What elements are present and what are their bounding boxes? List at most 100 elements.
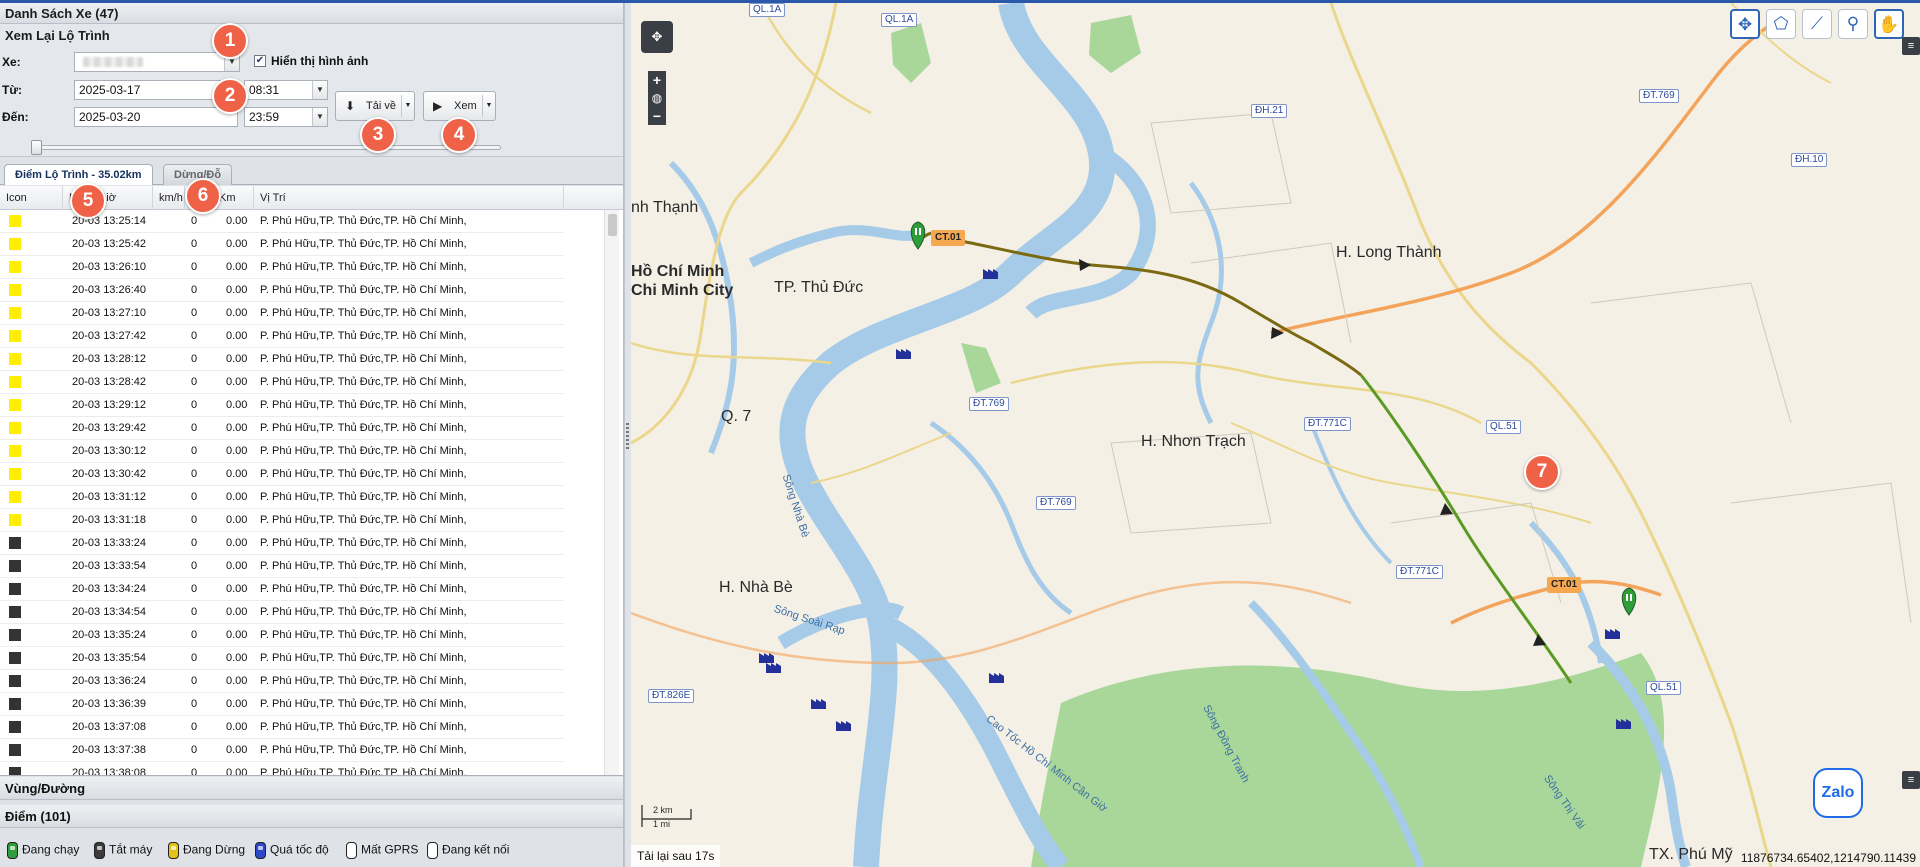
zoom-in-button[interactable]: + <box>648 71 666 89</box>
globe-icon[interactable]: ◍ <box>648 89 666 107</box>
scale-mi: 1 mi <box>653 819 671 829</box>
table-row[interactable]: 20-03 13:35:24 0 0.00 P. Phú Hữu,TP. Thủ Đứ… <box>0 624 564 647</box>
table-row[interactable]: 20-03 13:27:42 0 0.00 P. Phú Hữu,TP. Thủ Đứ… <box>0 325 564 348</box>
road-shield: QL.51 <box>1486 420 1522 434</box>
column-header-location[interactable]: Vị Trí <box>254 186 564 210</box>
table-row[interactable]: 20-03 13:25:42 0 0.00 P. Phú Hữu,TP. Thủ Đứ… <box>0 233 564 256</box>
table-row[interactable]: 20-03 13:27:10 0 0.00 P. Phú Hữu,TP. Thủ Đứ… <box>0 302 564 325</box>
line-tool-icon[interactable]: ⟋ <box>1802 9 1832 39</box>
points-panel-header[interactable]: Điểm (101) <box>0 805 623 828</box>
table-row[interactable]: 20-03 13:28:42 0 0.00 P. Phú Hữu,TP. Thủ Đứ… <box>0 371 564 394</box>
table-row[interactable]: 20-03 13:34:24 0 0.00 P. Phú Hữu,TP. Thủ Đứ… <box>0 578 564 601</box>
layers-icon[interactable]: ≡ <box>1902 771 1920 789</box>
status-swatch-icon <box>9 307 21 319</box>
layers-icon[interactable]: ≡ <box>1902 37 1920 55</box>
pan-tool-icon[interactable]: ✥ <box>1730 9 1760 39</box>
cell-datetime: 20-03 13:35:24 <box>72 629 147 641</box>
road-shield: ĐT.771C <box>1304 417 1351 431</box>
cell-location: P. Phú Hữu,TP. Thủ Đức,TP. Hồ Chí Minh, <box>260 514 467 526</box>
splitter-grip[interactable] <box>626 423 629 451</box>
status-swatch-icon <box>9 215 21 227</box>
table-row[interactable]: 20-03 13:37:08 0 0.00 P. Phú Hữu,TP. Thủ Đứ… <box>0 716 564 739</box>
zones-panel-header[interactable]: Vùng/Đường <box>0 777 623 800</box>
table-row[interactable]: 20-03 13:33:54 0 0.00 P. Phú Hữu,TP. Thủ Đứ… <box>0 555 564 578</box>
cell-km: 0.00 <box>226 537 248 549</box>
cell-datetime: 20-03 13:38:08 <box>72 767 147 776</box>
status-swatch-icon <box>9 284 21 296</box>
status-swatch-icon <box>9 537 21 549</box>
map-view[interactable]: nh Thạnh Hồ Chí Minh Chi Minh City TP. T… <box>631 3 1920 867</box>
car-running-icon <box>7 842 18 859</box>
cell-km: 0.00 <box>226 629 248 641</box>
annotation-badge-7: 7 <box>1524 454 1560 490</box>
road-shield: ĐH.10 <box>1791 153 1828 167</box>
table-scrollbar[interactable] <box>604 210 619 775</box>
table-row[interactable]: 20-03 13:30:42 0 0.00 P. Phú Hữu,TP. Thủ Đứ… <box>0 463 564 486</box>
table-row[interactable]: 20-03 13:26:10 0 0.00 P. Phú Hữu,TP. Thủ Đứ… <box>0 256 564 279</box>
chevron-down-icon[interactable]: ▼ <box>312 81 327 99</box>
legend-overspeed: Quá tốc độ <box>255 842 329 859</box>
status-swatch-icon <box>9 675 21 687</box>
scrollbar-thumb[interactable] <box>608 214 617 236</box>
legend-label: Đang kết nối <box>442 842 510 857</box>
to-time-input[interactable]: 23:59 ▼ <box>244 107 328 127</box>
cell-location: P. Phú Hữu,TP. Thủ Đức,TP. Hồ Chí Minh, <box>260 376 467 388</box>
playback-slider[interactable] <box>33 145 501 150</box>
cell-location: P. Phú Hữu,TP. Thủ Đức,TP. Hồ Chí Minh, <box>260 468 467 480</box>
show-images-checkbox[interactable]: ✔ <box>254 55 266 67</box>
table-row[interactable]: 20-03 13:37:38 0 0.00 P. Phú Hữu,TP. Thủ Đứ… <box>0 739 564 762</box>
table-row[interactable]: 20-03 13:34:54 0 0.00 P. Phú Hữu,TP. Thủ Đứ… <box>0 601 564 624</box>
cell-km: 0.00 <box>226 330 248 342</box>
to-date-input[interactable]: 2025-03-20 <box>74 107 238 127</box>
from-time-input[interactable]: 08:31 ▼ <box>244 80 328 100</box>
column-header-speed[interactable]: km/h <box>153 186 185 210</box>
legend-connecting: Đang kết nối <box>427 842 509 859</box>
cell-km: 0.00 <box>226 721 248 733</box>
table-row[interactable]: 20-03 13:35:54 0 0.00 P. Phú Hữu,TP. Thủ Đứ… <box>0 647 564 670</box>
view-label: Xem <box>454 100 477 112</box>
route-review-form: Xem Lại Lộ Trình Xe: ▼ ✔ Hiển thị hình ả… <box>0 24 623 157</box>
play-icon: ▶ <box>433 99 443 113</box>
pan-control-icon[interactable]: ✥ <box>641 21 673 53</box>
chevron-down-icon[interactable]: ▼ <box>312 108 327 126</box>
table-row[interactable]: 20-03 13:29:42 0 0.00 P. Phú Hữu,TP. Thủ Đứ… <box>0 417 564 440</box>
table-row[interactable]: 20-03 13:28:12 0 0.00 P. Phú Hữu,TP. Thủ Đứ… <box>0 348 564 371</box>
playback-slider-handle[interactable] <box>31 140 42 155</box>
table-row[interactable]: 20-03 13:38:08 0 0.00 P. Phú Hữu,TP. Thủ Đứ… <box>0 762 564 776</box>
table-row[interactable]: 20-03 13:26:40 0 0.00 P. Phú Hữu,TP. Thủ Đứ… <box>0 279 564 302</box>
table-row[interactable]: 20-03 13:31:12 0 0.00 P. Phú Hữu,TP. Thủ Đứ… <box>0 486 564 509</box>
cell-km: 0.00 <box>226 514 248 526</box>
chevron-down-icon[interactable]: ▼ <box>401 95 414 117</box>
marker-tool-icon[interactable]: ⚲ <box>1838 9 1868 39</box>
hand-tool-icon[interactable]: ✋ <box>1874 9 1904 39</box>
cell-datetime: 20-03 13:31:18 <box>72 514 147 526</box>
left-panel: Danh Sách Xe (47) Xem Lại Lộ Trình Xe: ▼… <box>0 3 624 867</box>
table-row[interactable]: 20-03 13:30:12 0 0.00 P. Phú Hữu,TP. Thủ Đứ… <box>0 440 564 463</box>
polygon-tool-icon[interactable]: ⬠ <box>1766 9 1796 39</box>
cell-location: P. Phú Hữu,TP. Thủ Đức,TP. Hồ Chí Minh, <box>260 629 467 641</box>
route-review-title: Xem Lại Lộ Trình <box>5 28 110 43</box>
cell-speed: 0 <box>191 721 198 733</box>
table-row[interactable]: 20-03 13:36:39 0 0.00 P. Phú Hữu,TP. Thủ Đứ… <box>0 693 564 716</box>
table-body: 20-03 13:25:14 0 0.00 P. Phú Hữu,TP. Thủ Đứ… <box>0 210 564 776</box>
cell-location: P. Phú Hữu,TP. Thủ Đức,TP. Hồ Chí Minh, <box>260 560 467 572</box>
table-row[interactable]: 20-03 13:29:12 0 0.00 P. Phú Hữu,TP. Thủ Đứ… <box>0 394 564 417</box>
vehicle-select[interactable]: ▼ <box>74 52 240 72</box>
chevron-down-icon[interactable]: ▼ <box>482 95 495 117</box>
column-header-icon[interactable]: Icon <box>0 186 63 210</box>
panel-splitter[interactable] <box>624 3 631 867</box>
vehicle-list-header[interactable]: Danh Sách Xe (47) <box>0 3 623 24</box>
car-lost-gprs-icon <box>346 842 357 859</box>
status-swatch-icon <box>9 468 21 480</box>
cell-location: P. Phú Hữu,TP. Thủ Đức,TP. Hồ Chí Minh, <box>260 261 467 273</box>
cell-km: 0.00 <box>226 307 248 319</box>
table-row[interactable]: 20-03 13:36:24 0 0.00 P. Phú Hữu,TP. Thủ Đứ… <box>0 670 564 693</box>
status-swatch-icon <box>9 583 21 595</box>
table-row[interactable]: 20-03 13:33:24 0 0.00 P. Phú Hữu,TP. Thủ Đứ… <box>0 532 564 555</box>
cell-datetime: 20-03 13:28:12 <box>72 353 147 365</box>
zalo-chat-button[interactable]: Zalo <box>1813 768 1863 818</box>
zoom-out-button[interactable]: − <box>648 107 666 125</box>
tab-route-points[interactable]: Điểm Lộ Trình - 35.02km <box>4 164 153 185</box>
cell-location: P. Phú Hữu,TP. Thủ Đức,TP. Hồ Chí Minh, <box>260 238 467 250</box>
table-row[interactable]: 20-03 13:31:18 0 0.00 P. Phú Hữu,TP. Thủ Đứ… <box>0 509 564 532</box>
